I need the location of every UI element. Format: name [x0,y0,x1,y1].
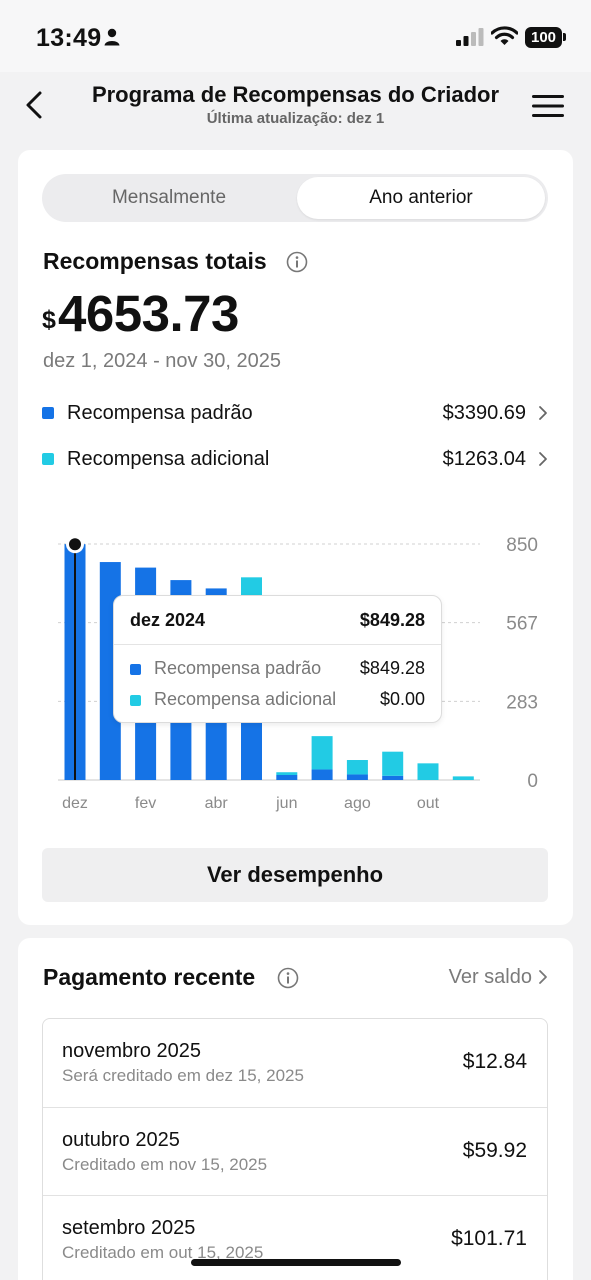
cellular-signal-icon [456,28,484,46]
tooltip-value: $0.00 [379,689,425,709]
chevron-right-icon [539,970,547,984]
x-tick-label: ago [344,795,371,812]
bar-standard [311,769,333,780]
nav-bar: Programa de Recompensas do Criador Últim… [0,72,591,138]
bar-bonus [311,736,333,770]
payment-row[interactable]: outubro 2025 Creditado em nov 15, 2025 $… [43,1107,547,1195]
bar-standard [382,775,404,780]
tooltip-total: $849.28 [359,610,425,630]
view-performance-button[interactable]: Ver desempenho [42,848,548,902]
payment-amount: $59.92 [462,1139,527,1162]
tooltip-divider [114,644,441,645]
recent-payments-card: Pagamento recente Ver saldo novembro 202… [18,938,573,1280]
bar-standard [276,775,298,780]
battery-tip [563,33,566,41]
tooltip-row-bonus: Recompensa adicional $0.00 [130,688,425,712]
payment-amount: $12.84 [462,1050,527,1073]
payment-month: setembro 2025 [62,1217,196,1239]
payments-list: novembro 2025 Será creditado em dez 15, … [42,1018,548,1280]
back-arrow-icon[interactable] [22,90,46,120]
page-title: Programa de Recompensas do Criador [91,82,500,107]
tooltip-label: Recompensa padrão [154,658,322,678]
rewards-card: Mensalmente Ano anterior Recompensas tot… [18,150,573,925]
tooltip-swatch [130,695,141,706]
x-tick-label: fev [135,795,156,812]
tooltip-row-standard: Recompensa padrão $849.28 [130,657,425,681]
y-tick-label: 283 [506,692,538,713]
x-tick-label: abr [205,795,229,812]
last-updated: Última atualização: dez 1 [206,110,385,127]
payment-note: Será creditado em dez 15, 2025 [62,1066,304,1085]
payment-month: novembro 2025 [62,1040,201,1062]
bar-bonus [382,751,404,776]
view-balance-link[interactable]: Ver saldo [449,966,548,989]
status-time: 13:49 [36,24,102,52]
payment-amount: $101.71 [451,1227,527,1250]
chart-tooltip: dez 2024 $849.28 Recompensa padrão $849.… [113,595,442,723]
wifi-icon [491,26,518,45]
info-icon[interactable] [277,967,299,989]
y-tick-label: 850 [506,535,538,556]
x-tick-label: dez [62,795,88,812]
payment-note: Creditado em nov 15, 2025 [62,1155,268,1174]
x-tick-label: out [417,795,440,812]
y-tick-label: 0 [527,771,538,792]
home-indicator [191,1259,401,1266]
person-icon [104,28,120,46]
recent-payments-title: Pagamento recente [43,964,256,990]
payment-month: outubro 2025 [62,1129,180,1151]
selection-dot [69,538,81,551]
tooltip-label: Recompensa adicional [154,689,337,709]
status-bar: 13:49 100 [0,0,591,72]
tooltip-value: $849.28 [359,658,425,678]
bar-bonus [417,763,439,780]
bar-bonus [452,776,474,780]
payment-row[interactable]: novembro 2025 Será creditado em dez 15, … [43,1019,547,1107]
payment-row[interactable]: setembro 2025 Creditado em out 15, 2025 … [43,1195,547,1280]
bar-bonus [276,772,298,776]
tooltip-month: dez 2024 [130,610,206,630]
hamburger-menu-icon[interactable] [532,94,564,118]
x-tick-label: jun [275,795,297,812]
bar-standard [346,774,368,780]
bar-bonus [346,760,368,775]
view-balance-label: Ver saldo [448,966,532,988]
rewards-bar-chart[interactable]: 0 283 567 850 dez fev abr jun ago out [18,150,573,830]
battery-indicator: 100 [525,27,562,48]
y-tick-label: 567 [506,614,538,635]
tooltip-swatch [130,664,141,675]
